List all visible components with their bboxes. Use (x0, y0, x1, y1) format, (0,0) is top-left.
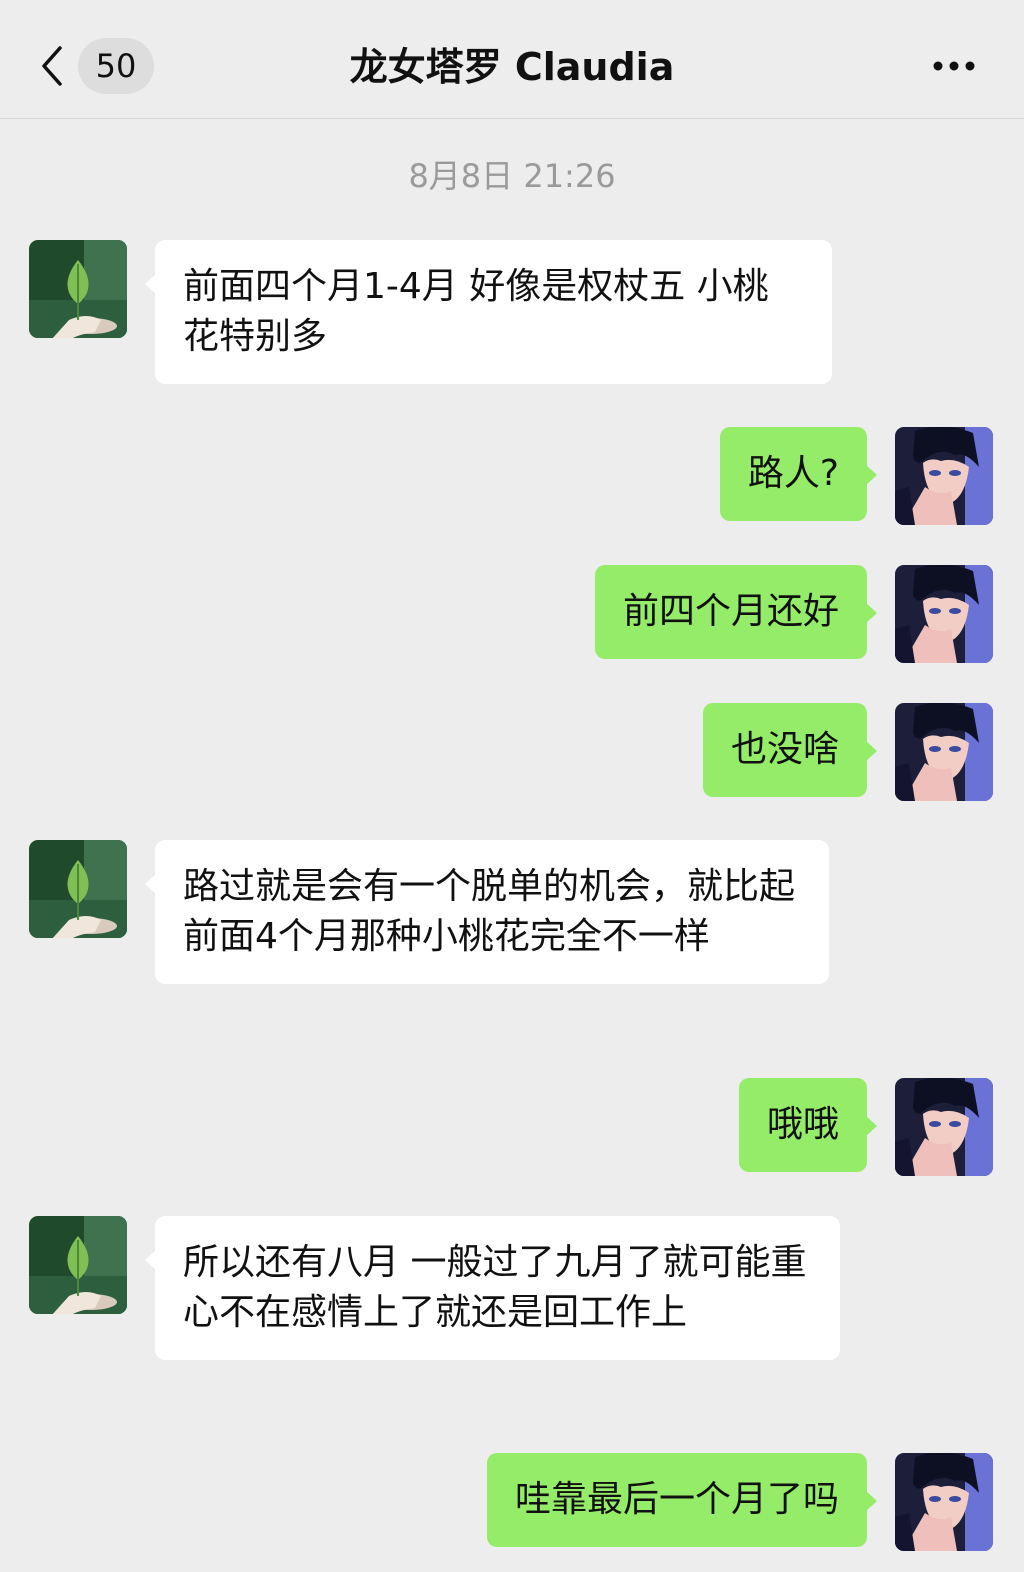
leaf-avatar-image (29, 840, 127, 938)
anime-avatar-image (895, 1078, 993, 1176)
outgoing-message-bubble[interactable]: 前四个月还好 (594, 565, 878, 659)
chat-header: 50 龙女塔罗 Claudia (0, 0, 1024, 119)
message-timestamp: 8月8日 21:26 (408, 157, 616, 195)
outgoing-message-bubble[interactable]: 哦哦 (738, 1078, 878, 1172)
self-avatar[interactable] (895, 427, 993, 525)
chat-title: 龙女塔罗 Claudia (349, 45, 675, 89)
incoming-message-bubble[interactable]: 路过就是会有一个脱单的机会，就比起前面4个月那种小桃花完全不一样 (145, 840, 829, 984)
incoming-message-bubble[interactable]: 前面四个月1-4月 好像是权杖五 小桃花特别多 (145, 240, 832, 384)
incoming-message-bubble[interactable]: 所以还有八月 一般过了九月了就可能重心不在感情上了就还是回工作上 (145, 1216, 840, 1360)
self-avatar[interactable] (895, 703, 993, 801)
outgoing-message-bubble[interactable]: 哇靠最后一个月了吗 (486, 1453, 878, 1547)
anime-avatar-image (895, 565, 993, 663)
outgoing-message-bubble[interactable]: 路人? (719, 427, 878, 521)
contact-avatar[interactable] (29, 240, 127, 338)
self-avatar[interactable] (895, 1078, 993, 1176)
self-avatar[interactable] (895, 1453, 993, 1551)
leaf-avatar-image (29, 240, 127, 338)
more-options-button[interactable] (924, 48, 984, 84)
ellipsis-icon (933, 61, 975, 71)
self-avatar[interactable] (895, 565, 993, 663)
anime-avatar-image (895, 427, 993, 525)
leaf-avatar-image (29, 1216, 127, 1314)
contact-avatar[interactable] (29, 840, 127, 938)
anime-avatar-image (895, 703, 993, 801)
contact-avatar[interactable] (29, 1216, 127, 1314)
anime-avatar-image (895, 1453, 993, 1551)
outgoing-message-bubble[interactable]: 也没啥 (702, 703, 878, 797)
